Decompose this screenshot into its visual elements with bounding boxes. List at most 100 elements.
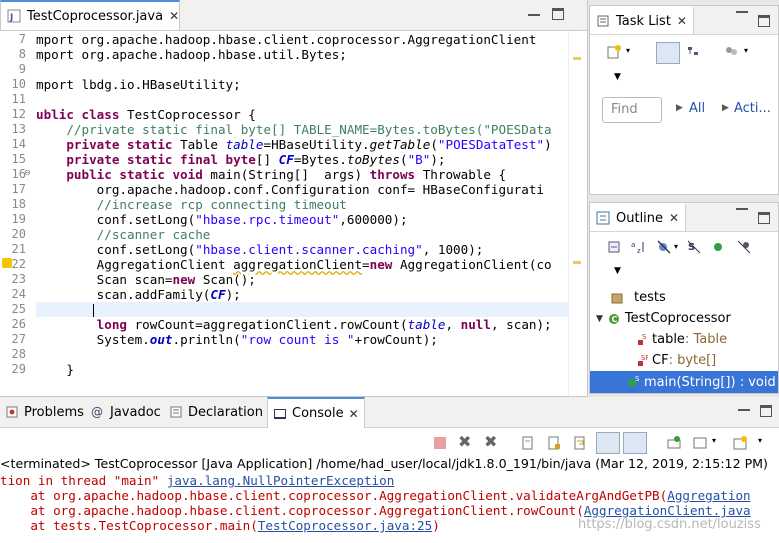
terminate-icon[interactable] <box>434 437 446 449</box>
word-wrap-icon[interactable] <box>572 435 588 451</box>
stack-trace-link[interactable]: TestCoprocessor.java:25 <box>258 518 432 533</box>
scheduled-icon[interactable] <box>686 44 702 60</box>
all-link[interactable]: All <box>689 101 705 116</box>
tab-problems[interactable]: Problems <box>0 397 89 427</box>
java-editor: J TestCoprocessor.java ✕ 7 8 9 10 11 12 … <box>0 0 588 397</box>
collapse-all-icon[interactable] <box>606 239 622 255</box>
hide-local-types-icon[interactable] <box>736 239 752 255</box>
outline-item-package[interactable]: tests <box>610 290 666 305</box>
private-static-field-icon: S <box>634 333 648 347</box>
sort-icon[interactable]: az <box>630 239 646 255</box>
stack-trace-link[interactable]: AggregationClient.java <box>584 503 751 518</box>
hide-fields-icon[interactable] <box>656 239 672 255</box>
tab-console[interactable]: Console ✕ <box>267 397 365 428</box>
code-text: scan.addFamily( <box>36 287 211 302</box>
private-static-final-field-icon: SF <box>634 354 649 368</box>
editor-overview-ruler[interactable] <box>568 31 587 396</box>
close-tab-icon[interactable]: ✕ <box>669 211 679 225</box>
close-tab-icon[interactable]: ✕ <box>677 14 687 28</box>
tab-task-list[interactable]: Task List ✕ <box>590 6 694 34</box>
code-text: =HBaseUtility. <box>263 137 370 152</box>
outline-panel: Outline ✕ az ▾ S ▼ tests ▼ C TestCoproce… <box>589 202 779 394</box>
show-on-stderr-icon[interactable] <box>623 432 647 454</box>
chevron-down-icon[interactable]: ▾ <box>744 46 748 55</box>
minimize-icon[interactable] <box>738 409 750 413</box>
console-terminated-status: <terminated> TestCoprocessor [Java Appli… <box>0 456 768 471</box>
code-text: ( <box>430 137 438 152</box>
chevron-down-icon[interactable]: ▾ <box>712 436 716 445</box>
class-icon: C <box>607 312 621 326</box>
open-console-icon[interactable] <box>732 435 748 451</box>
chevron-down-icon[interactable]: ▾ <box>674 242 678 251</box>
problems-icon <box>5 405 19 419</box>
tab-outline[interactable]: Outline ✕ <box>590 203 687 231</box>
view-menu-icon[interactable]: ▼ <box>614 266 621 276</box>
code-string: "hbase.rpc.timeout" <box>195 212 340 227</box>
minimize-icon[interactable] <box>736 208 748 212</box>
remove-launch-icon[interactable]: ✖ <box>458 432 471 451</box>
triangle-right-icon: ▶ <box>722 103 729 113</box>
editor-tab-testcoprocessor[interactable]: J TestCoprocessor.java ✕ <box>0 0 180 30</box>
close-tab-icon[interactable]: ✕ <box>349 407 359 421</box>
minimize-icon[interactable] <box>528 14 540 18</box>
outline-icon <box>596 211 610 225</box>
outline-item-field-cf[interactable]: SF CF : byte[] <box>634 353 716 368</box>
tab-label: Javadoc <box>110 404 161 420</box>
outline-item-label: TestCoprocessor <box>624 311 731 326</box>
show-on-stdout-icon[interactable] <box>596 432 620 454</box>
line-number: 14 <box>11 137 26 151</box>
exception-link[interactable]: java.lang.NullPointerException <box>167 473 394 488</box>
remove-all-launches-icon[interactable]: ✖ <box>484 432 497 451</box>
line-number: 28 <box>11 347 26 361</box>
maximize-icon[interactable] <box>758 212 770 224</box>
code-keyword: new <box>369 257 393 272</box>
console-error-text: tion in thread "main" <box>0 473 167 488</box>
scroll-lock-icon[interactable] <box>546 435 562 451</box>
close-tab-icon[interactable]: ✕ <box>169 9 179 23</box>
code-comment: //increase rcp connecting timeout <box>36 197 347 212</box>
code-text: TestCoprocessor { <box>119 107 256 122</box>
code-text: ,600000); <box>339 212 408 227</box>
code-string: "row count is " <box>240 332 355 347</box>
display-selected-console-icon[interactable] <box>692 435 708 451</box>
activate-link[interactable]: Acti... <box>734 101 771 116</box>
tab-javadoc[interactable]: @ Javadoc <box>86 397 166 427</box>
code-line: org.apache.hadoop.conf.Configuration con… <box>36 182 544 197</box>
pin-console-icon[interactable] <box>666 435 682 451</box>
maximize-icon[interactable] <box>758 15 770 27</box>
new-task-icon[interactable] <box>606 44 622 60</box>
code-keyword: private static <box>36 137 173 152</box>
stack-trace-link[interactable]: Aggregation <box>667 488 750 503</box>
chevron-down-icon[interactable]: ▾ <box>626 46 630 55</box>
tab-label: Console <box>292 406 344 421</box>
maximize-icon[interactable] <box>760 405 772 417</box>
maximize-icon[interactable] <box>552 8 564 20</box>
view-menu-icon[interactable]: ▼ <box>614 72 621 82</box>
find-input[interactable]: Find <box>602 97 662 123</box>
expand-arrow-icon[interactable]: ▼ <box>596 314 603 324</box>
svg-text:J: J <box>9 13 13 23</box>
code-area[interactable]: mport org.apache.hadoop.hbase.client.cop… <box>36 31 569 396</box>
line-number: 19 <box>11 212 26 226</box>
code-text: Table <box>172 137 226 152</box>
tab-label: Declaration <box>188 404 263 420</box>
chevron-down-icon[interactable]: ▾ <box>758 436 762 445</box>
outline-item-class[interactable]: ▼ C TestCoprocessor <box>596 311 731 326</box>
minimize-icon[interactable] <box>736 11 748 15</box>
warning-marker[interactable] <box>573 57 581 60</box>
warning-icon <box>2 258 12 268</box>
outline-item-method-main[interactable]: S main(String[]) : void <box>590 371 778 393</box>
hide-static-icon[interactable]: S <box>686 239 702 255</box>
tab-declaration[interactable]: Declaration <box>164 397 268 427</box>
fold-collapse-icon[interactable]: ⊖ <box>24 168 31 177</box>
categorized-icon[interactable] <box>656 42 680 64</box>
hide-non-public-icon[interactable] <box>710 239 726 255</box>
clear-console-icon[interactable] <box>520 435 536 451</box>
code-line: mport lbdg.io.HBaseUtility; <box>36 77 241 92</box>
warning-marker[interactable] <box>573 261 581 264</box>
outline-item-type: : byte[] <box>668 353 717 368</box>
code-text: AggregationClient <box>36 257 234 272</box>
line-number: 26 <box>11 317 26 331</box>
focus-icon[interactable] <box>724 44 740 60</box>
outline-item-field-table[interactable]: S table : Table <box>634 332 727 347</box>
